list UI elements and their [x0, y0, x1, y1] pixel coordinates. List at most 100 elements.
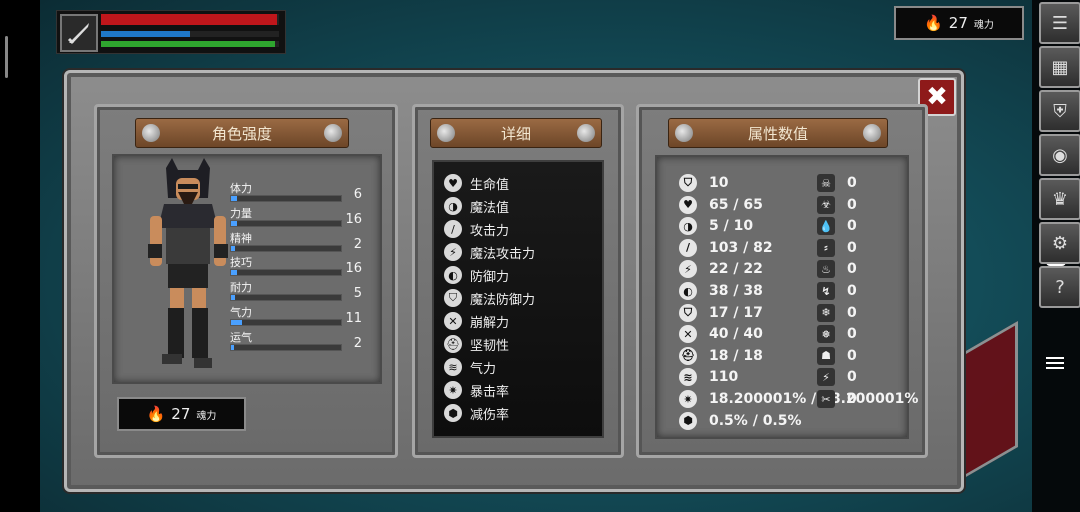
- attribute-value: 5 / 10: [709, 218, 754, 235]
- detail-item[interactable]: ✷ 暴击率: [444, 379, 509, 401]
- settings-button[interactable]: ⚙: [1039, 222, 1080, 264]
- detail-label: 攻击力: [470, 223, 510, 239]
- resistance-value-row: ☗ 0: [817, 346, 857, 366]
- shield-icon: ◐: [679, 282, 697, 300]
- attribute-value: 17 / 17: [709, 304, 763, 321]
- stat-bar: [230, 319, 342, 326]
- brain-icon: ◑: [679, 217, 697, 236]
- stud-icon: [324, 124, 342, 142]
- magic-attack-icon: ⚡: [679, 260, 697, 279]
- frost-resist-icon: ❅: [817, 325, 835, 344]
- resistance-value-row: ☠ 0: [817, 173, 857, 193]
- attributes-title: 属性数值: [747, 124, 808, 143]
- close-icon: ✖: [926, 82, 948, 112]
- stat-label: 力量: [230, 206, 252, 220]
- stat-label: 精神: [230, 231, 252, 245]
- attribute-value-row: ⛉ 10: [679, 173, 728, 193]
- detail-item[interactable]: ≋ 气力: [444, 356, 496, 378]
- detail-label: 防御力: [470, 269, 510, 285]
- stat-bar: [230, 244, 342, 252]
- stat-value: 11: [345, 311, 362, 326]
- crit-icon: ✷: [444, 381, 462, 399]
- resistance-value: 0: [847, 175, 857, 191]
- stat-value: 6: [353, 187, 362, 202]
- detail-item[interactable]: ⛉ 魔法防御力: [444, 287, 535, 309]
- detail-label: 减伤率: [470, 407, 510, 423]
- magic-shield-icon: ⛉: [444, 289, 462, 307]
- stat-bar: [230, 219, 342, 227]
- fire-icon: 🔥: [924, 14, 943, 32]
- stat-row: 精神 2: [228, 230, 364, 254]
- attribute-value: 65 / 65: [709, 196, 763, 213]
- poison-icon: ☣: [817, 195, 835, 214]
- resistance-value-row: ⸗ 0: [817, 238, 857, 258]
- stat-row: 气力 11: [228, 304, 364, 328]
- stud-icon: [675, 124, 693, 142]
- resistance-value: 0: [847, 304, 857, 321]
- attribute-value-row: ◐ 38 / 38: [679, 281, 763, 301]
- souls-unit: 魂力: [196, 410, 217, 422]
- detail-label: 崩解力: [470, 315, 510, 331]
- stud-icon: [863, 124, 881, 142]
- attribute-value-row: ⛉ 17 / 17: [679, 303, 763, 323]
- eye-button[interactable]: ◉: [1039, 134, 1080, 176]
- attribute-value: 18 / 18: [709, 347, 763, 364]
- armor-button[interactable]: ⛨: [1039, 90, 1080, 132]
- list-menu-button[interactable]: ☰: [1039, 2, 1080, 44]
- resistance-value: 0: [847, 261, 857, 278]
- shield-icon: ◐: [444, 266, 462, 284]
- souls-amount: 27: [171, 405, 191, 423]
- stat-value: 16: [345, 261, 362, 277]
- stat-row: 运气 2: [228, 329, 364, 353]
- detail-label: 魔法攻击力: [470, 246, 536, 262]
- detail-item[interactable]: ⚡ 魔法攻击力: [444, 241, 535, 263]
- detail-label: 暴击率: [470, 384, 510, 400]
- detail-label: 气力: [470, 361, 497, 377]
- crown-button[interactable]: ♛: [1039, 178, 1080, 220]
- lungs-icon: ≋: [444, 358, 462, 376]
- heart-icon: ♥: [444, 174, 462, 192]
- stat-row: 技巧 16: [228, 254, 364, 278]
- break-icon: ✕: [444, 312, 462, 330]
- stat-bar-fill: [231, 196, 237, 201]
- system-tick: [5, 36, 8, 78]
- character-preview: 体力 6 力量 16 精神 2 技巧 16 耐力 5 气力 11 运气 2: [112, 154, 382, 384]
- attribute-value: 10: [709, 175, 729, 191]
- resistance-value: 0: [847, 283, 857, 299]
- armor-icon: ⛉: [679, 174, 697, 192]
- detail-item[interactable]: ◐ 防御力: [444, 264, 509, 286]
- detail-item[interactable]: / 攻击力: [444, 218, 509, 240]
- backpack-button[interactable]: ▦: [1039, 46, 1080, 88]
- system-menu-icon[interactable]: [1046, 354, 1064, 372]
- player-status-hud: [56, 10, 286, 54]
- stud-icon: [437, 124, 455, 142]
- detail-label: 魔法防御力: [470, 292, 536, 308]
- resistance-value: 0: [847, 218, 857, 235]
- resistance-value-row: ↯ 0: [817, 281, 857, 301]
- character-title-plaque: 角色强度: [135, 118, 349, 148]
- stat-bar: [230, 343, 342, 351]
- attribute-value-row: ✕ 40 / 40: [679, 324, 763, 344]
- stud-icon: [142, 124, 160, 142]
- resistance-value-row: ✂ 0: [817, 389, 857, 409]
- detail-item[interactable]: ◑ 魔法值: [444, 195, 509, 217]
- stat-value: 16: [345, 211, 362, 227]
- resistance-value-row: ⚡ 0: [817, 367, 857, 387]
- stat-bar-fill: [231, 320, 242, 325]
- detail-item[interactable]: ♥ 生命值: [444, 172, 509, 194]
- detail-item[interactable]: ✕ 崩解力: [444, 310, 509, 332]
- brain-icon: ◑: [444, 197, 462, 215]
- frost-icon: ❄: [817, 303, 835, 322]
- souls-amount: 27: [948, 14, 968, 32]
- stat-value: 2: [353, 335, 362, 351]
- help-button[interactable]: ?: [1039, 266, 1080, 308]
- break-icon: ✕: [679, 325, 697, 344]
- attribute-value-row: ≋ 110: [679, 367, 738, 387]
- stat-bar-fill: [231, 344, 235, 350]
- detail-item[interactable]: ⬢ 减伤率: [444, 402, 509, 424]
- fire-icon: 🔥: [146, 405, 166, 423]
- stat-value: 5: [353, 286, 362, 302]
- lightning-icon: ↯: [817, 282, 835, 300]
- detail-item[interactable]: ⛑ 坚韧性: [444, 333, 509, 355]
- sword-icon[interactable]: [60, 14, 98, 52]
